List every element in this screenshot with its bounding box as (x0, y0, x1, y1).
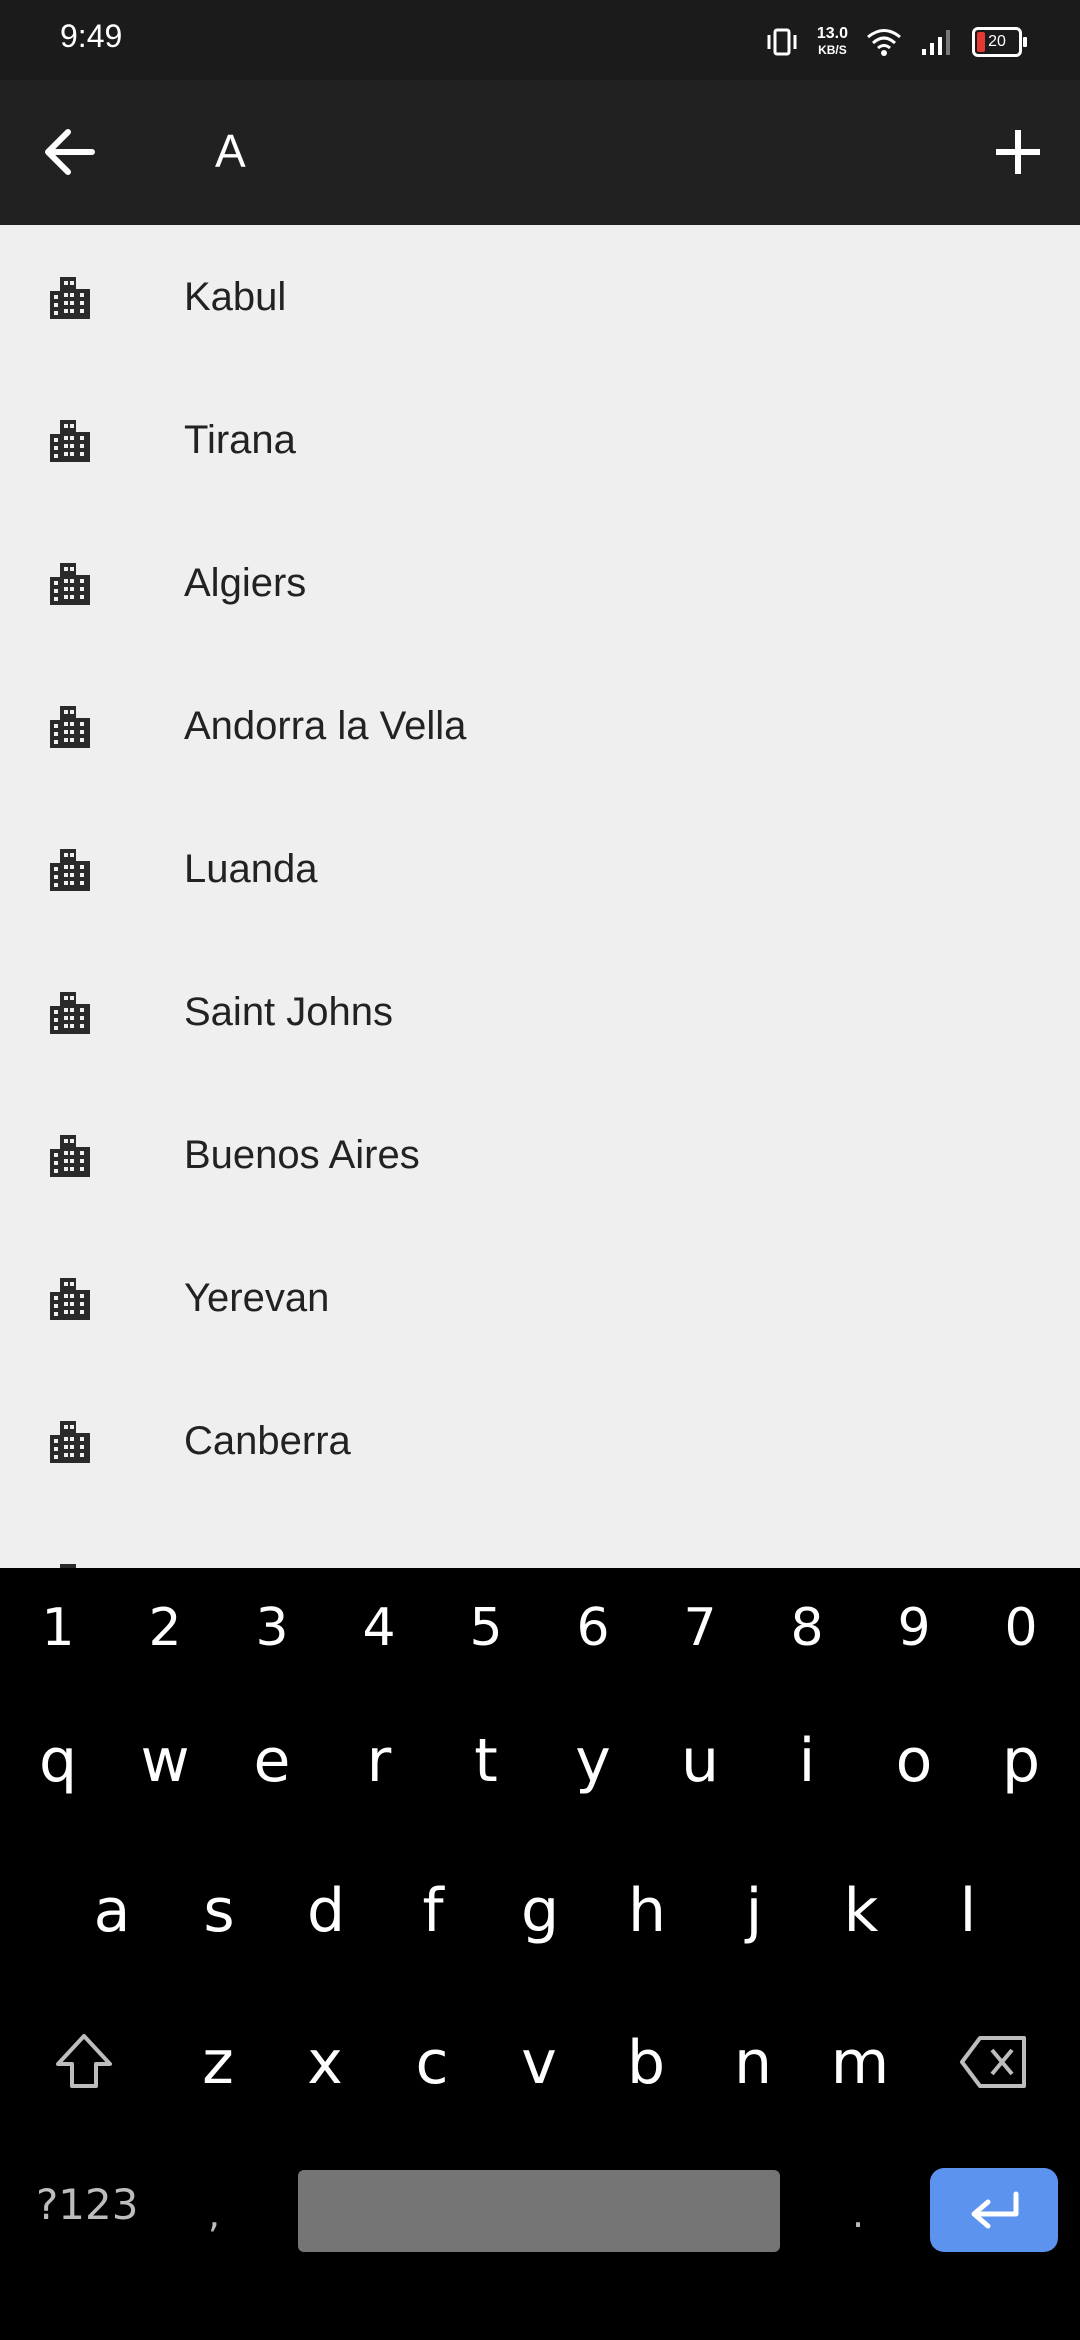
city-icon (46, 845, 94, 893)
keyboard: 1234567890 qwertyuiop asdfghjkl zxcvbnm … (0, 1568, 1080, 2340)
list-item[interactable]: Algiers (0, 511, 1080, 654)
key-j[interactable]: j (700, 1876, 808, 1946)
list-item[interactable]: Buenos Aires (0, 1083, 1080, 1226)
city-icon (46, 273, 94, 321)
key-e[interactable]: e (218, 1726, 326, 1796)
city-list: Kabul Tirana Algiers Andorra la Vella Lu… (0, 225, 1080, 1568)
key-y[interactable]: y (539, 1726, 647, 1796)
key-f[interactable]: f (379, 1876, 487, 1946)
key-s[interactable]: s (165, 1876, 273, 1946)
net-speed-value: 13.0 (816, 25, 848, 42)
status-time: 9:49 (60, 18, 123, 54)
shift-icon[interactable] (52, 2030, 116, 2094)
city-name: Tirana (184, 418, 296, 462)
city-name: Kabul (184, 275, 287, 319)
key-q[interactable]: q (4, 1726, 112, 1796)
comma-key[interactable]: , (208, 2192, 220, 2236)
key-3[interactable]: 3 (218, 1598, 326, 1658)
key-v[interactable]: v (485, 2028, 593, 2098)
period-key[interactable]: . (852, 2192, 864, 2236)
key-u[interactable]: u (646, 1726, 754, 1796)
city-name: Algiers (184, 561, 307, 605)
city-icon (46, 1131, 94, 1179)
key-0[interactable]: 0 (967, 1598, 1075, 1658)
city-icon (46, 1560, 94, 1568)
key-d[interactable]: d (272, 1876, 380, 1946)
key-g[interactable]: g (486, 1876, 594, 1946)
key-5[interactable]: 5 (432, 1598, 540, 1658)
key-m[interactable]: m (806, 2028, 914, 2098)
city-name: Yerevan (184, 1276, 330, 1320)
key-t[interactable]: t (432, 1726, 540, 1796)
city-name: Luanda (184, 847, 318, 891)
list-item[interactable]: Saint Johns (0, 940, 1080, 1083)
enter-icon (971, 2191, 1019, 2229)
space-key[interactable] (298, 2170, 780, 2252)
key-1[interactable]: 1 (4, 1598, 112, 1658)
city-icon (46, 988, 94, 1036)
vibrate-icon (767, 28, 797, 56)
city-icon (46, 702, 94, 750)
city-icon (46, 1274, 94, 1322)
status-icons: 13.0 KB/S 20 (765, 22, 1027, 62)
key-4[interactable]: 4 (325, 1598, 433, 1658)
list-item[interactable]: Yerevan (0, 1226, 1080, 1369)
key-2[interactable]: 2 (111, 1598, 219, 1658)
key-x[interactable]: x (271, 2028, 379, 2098)
page-title: A (215, 125, 246, 177)
key-p[interactable]: p (967, 1726, 1075, 1796)
list-item[interactable]: Andorra la Vella (0, 654, 1080, 797)
key-9[interactable]: 9 (860, 1598, 968, 1658)
city-icon (46, 559, 94, 607)
city-name: Buenos Aires (184, 1133, 420, 1177)
net-speed: 13.0 KB/S (817, 26, 848, 58)
list-item[interactable]: Canberra (0, 1369, 1080, 1512)
backspace-icon[interactable] (958, 2034, 1030, 2090)
key-a[interactable]: a (58, 1876, 166, 1946)
list-item[interactable]: Kabul (0, 225, 1080, 368)
status-bar: 9:49 13.0 KB/S 20 (0, 0, 1080, 80)
app-bar: A (0, 80, 1080, 225)
city-icon (46, 416, 94, 464)
key-c[interactable]: c (378, 2028, 486, 2098)
list-item[interactable]: Tirana (0, 368, 1080, 511)
key-w[interactable]: w (111, 1726, 219, 1796)
key-o[interactable]: o (860, 1726, 968, 1796)
key-h[interactable]: h (593, 1876, 701, 1946)
list-item-partial[interactable] (0, 1512, 1080, 1568)
enter-key[interactable] (930, 2168, 1058, 2252)
key-b[interactable]: b (592, 2028, 700, 2098)
key-i[interactable]: i (753, 1726, 861, 1796)
key-z[interactable]: z (164, 2028, 272, 2098)
list-item[interactable]: Luanda (0, 797, 1080, 940)
plus-icon[interactable] (986, 120, 1050, 184)
battery-icon: 20 (972, 27, 1027, 57)
wifi-icon (867, 29, 901, 56)
arrow-back-icon[interactable] (38, 120, 102, 184)
city-name: Canberra (184, 1419, 351, 1463)
key-k[interactable]: k (807, 1876, 915, 1946)
net-speed-unit: KB/S (818, 43, 847, 57)
symbols-key[interactable]: ?123 (36, 2180, 138, 2229)
key-r[interactable]: r (325, 1726, 433, 1796)
battery-level (977, 32, 985, 52)
key-6[interactable]: 6 (539, 1598, 647, 1658)
city-name: Saint Johns (184, 990, 394, 1034)
key-8[interactable]: 8 (753, 1598, 861, 1658)
key-7[interactable]: 7 (646, 1598, 754, 1658)
city-name: Andorra la Vella (184, 704, 467, 748)
key-l[interactable]: l (914, 1876, 1022, 1946)
city-icon (46, 1417, 94, 1465)
key-n[interactable]: n (699, 2028, 807, 2098)
battery-level-text: 20 (988, 33, 1006, 50)
signal-icon (922, 30, 950, 55)
